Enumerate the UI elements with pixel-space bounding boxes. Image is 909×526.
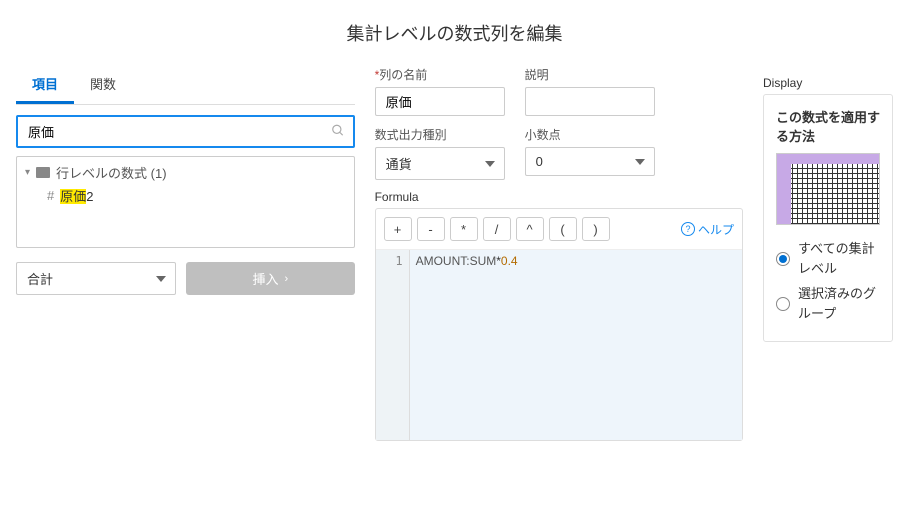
tabs: 項目 関数 — [16, 66, 355, 105]
insert-button[interactable]: 挿入 › — [186, 262, 355, 295]
code-area[interactable]: AMOUNT:SUM*0.4 — [410, 250, 742, 440]
tree-group-row-formulas[interactable]: ▾ 行レベルの数式 (1) — [25, 163, 346, 182]
label-decimal: 小数点 — [525, 126, 655, 143]
chevron-down-icon: ▾ — [25, 167, 30, 178]
radio-all-levels[interactable]: すべての集計レベル — [776, 239, 880, 278]
input-column-name[interactable] — [375, 87, 505, 116]
op-lparen-button[interactable]: ( — [549, 217, 577, 241]
op-rparen-button[interactable]: ) — [582, 217, 610, 241]
op-power-button[interactable]: ^ — [516, 217, 544, 241]
aggregation-select[interactable]: 合計 — [16, 262, 176, 295]
output-type-select[interactable]: 通貨 — [375, 147, 505, 180]
radio-selected-groups[interactable]: 選択済みのグループ — [776, 284, 880, 323]
op-minus-button[interactable]: - — [417, 217, 445, 241]
left-panel: 項目 関数 ▾ 行レベルの数式 (1) # 原価2 — [16, 66, 355, 441]
op-multiply-button[interactable]: * — [450, 217, 478, 241]
formula-box: + - * / ^ ( ) ? ヘルプ 1 AMOUNT:SUM*0.4 — [375, 208, 743, 441]
op-plus-button[interactable]: + — [384, 217, 412, 241]
formula-section-label: Formula — [375, 190, 743, 204]
search-wrapper — [16, 115, 355, 148]
page-title: 集計レベルの数式列を編集 — [16, 10, 893, 66]
search-input[interactable] — [16, 115, 355, 148]
display-title: この数式を適用する方法 — [776, 107, 880, 145]
table-preview-icon — [776, 153, 880, 225]
label-description: 説明 — [525, 66, 655, 83]
search-icon — [331, 123, 345, 140]
display-section-label: Display — [763, 76, 893, 90]
help-icon: ? — [681, 222, 695, 236]
tab-functions[interactable]: 関数 — [74, 66, 132, 104]
display-box: この数式を適用する方法 すべての集計レベル 選択済みのグループ — [763, 94, 893, 342]
tree-item-label: 原価2 — [60, 186, 93, 205]
op-divide-button[interactable]: / — [483, 217, 511, 241]
tree-item-genka2[interactable]: # 原価2 — [47, 186, 346, 205]
radio-icon — [776, 252, 790, 266]
label-output-type: 数式出力種別 — [375, 126, 505, 143]
decimal-select[interactable]: 0 — [525, 147, 655, 176]
number-icon: # — [47, 188, 54, 203]
center-panel: *列の名前 説明 数式出力種別 通貨 小数点 — [375, 66, 743, 441]
field-tree[interactable]: ▾ 行レベルの数式 (1) # 原価2 — [16, 156, 355, 248]
chevron-right-icon: › — [284, 273, 288, 285]
folder-icon — [36, 167, 50, 178]
code-editor[interactable]: 1 AMOUNT:SUM*0.4 — [376, 250, 742, 440]
input-description[interactable] — [525, 87, 655, 116]
tree-group-label: 行レベルの数式 (1) — [56, 163, 167, 182]
tab-items[interactable]: 項目 — [16, 66, 74, 104]
help-link[interactable]: ? ヘルプ — [681, 221, 734, 238]
formula-toolbar: + - * / ^ ( ) ? ヘルプ — [376, 209, 742, 250]
gutter: 1 — [376, 250, 410, 440]
label-column-name: *列の名前 — [375, 66, 505, 83]
right-panel: Display この数式を適用する方法 すべての集計レベル 選択済みのグループ — [763, 66, 893, 441]
radio-icon — [776, 297, 790, 311]
aggregation-value: 合計 — [16, 262, 176, 295]
